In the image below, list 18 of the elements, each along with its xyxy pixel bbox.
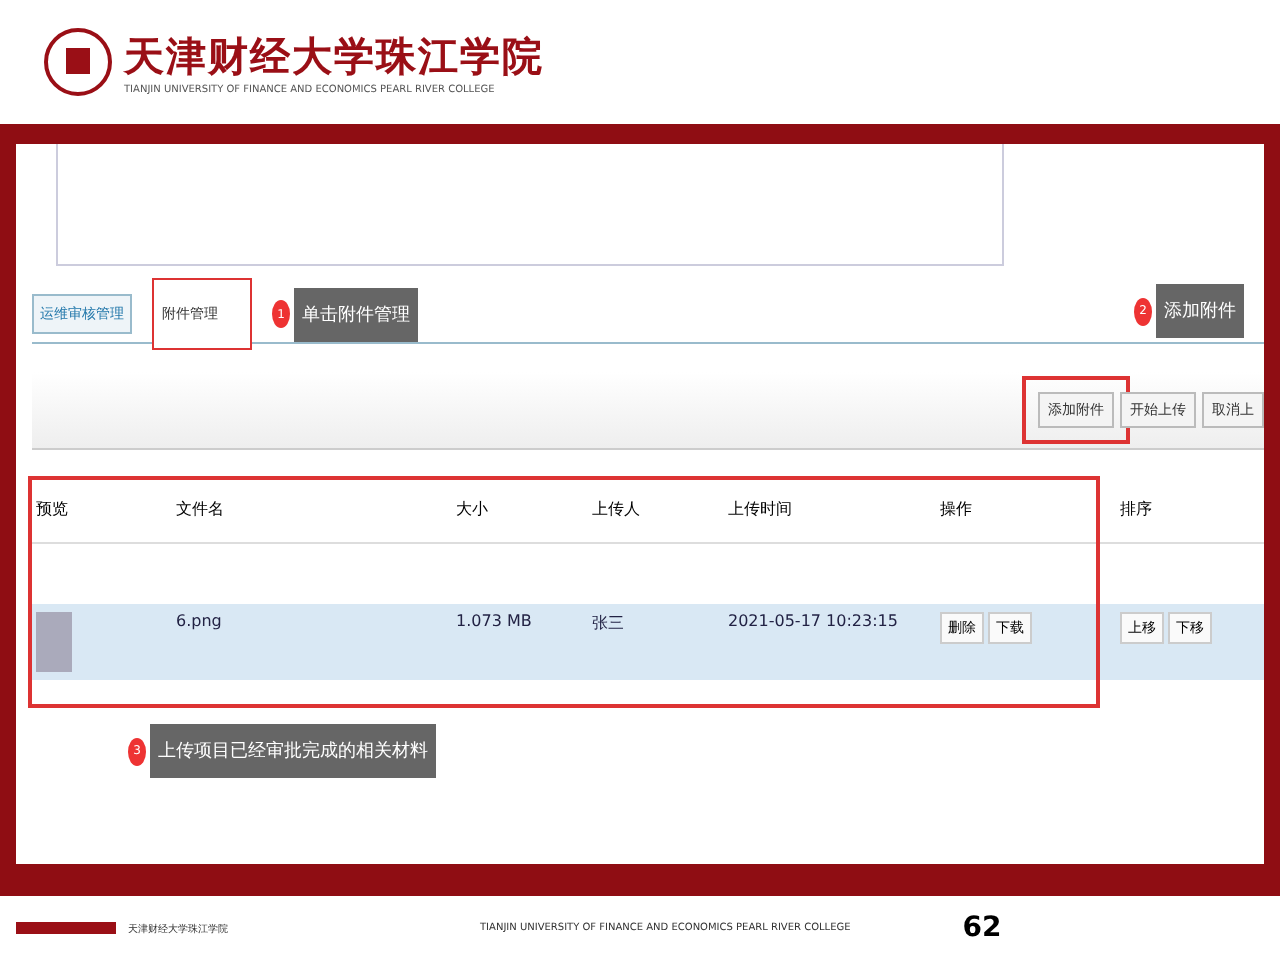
image-thumbnail: [36, 612, 72, 672]
table-cell: 张三: [588, 604, 724, 680]
column-header: 文件名: [172, 482, 452, 544]
column-header: 上传时间: [724, 482, 936, 544]
column-header: 大小: [452, 482, 588, 544]
column-header: 预览: [32, 482, 172, 544]
callout-label: 添加附件: [1156, 284, 1244, 338]
table-cell: 1.073 MB: [452, 604, 588, 680]
column-header: 排序: [1116, 482, 1264, 544]
column-header: 上传人: [588, 482, 724, 544]
callout-label: 上传项目已经审批完成的相关材料: [150, 724, 436, 778]
table-cell: 2021-05-17 10:23:15: [724, 604, 936, 680]
page-number: 62: [962, 912, 1002, 944]
college-emblem-icon: [44, 28, 112, 96]
column-header: 操作: [936, 482, 1116, 544]
table-cell: 6.png: [172, 604, 452, 680]
college-name: 天津财经大学珠江学院: [124, 29, 544, 83]
callout-label: 单击附件管理: [294, 287, 418, 341]
